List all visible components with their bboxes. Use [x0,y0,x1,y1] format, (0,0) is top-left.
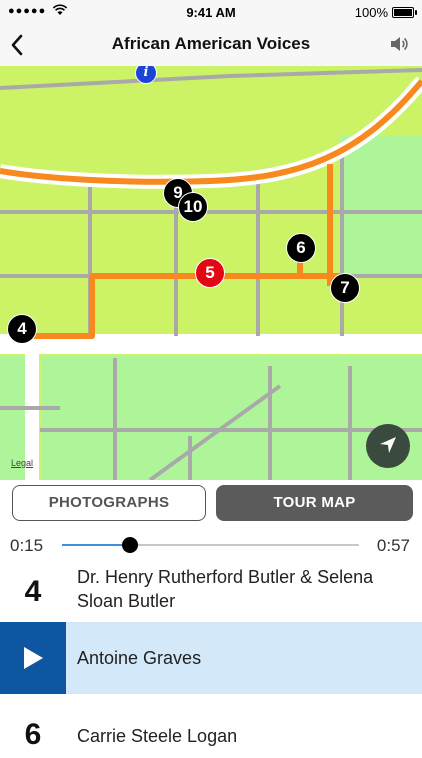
stop-name: Dr. Henry Rutherford Butler & Selena Slo… [77,567,374,611]
map-marker-10[interactable]: 10 [178,192,208,222]
page-title: African American Voices [111,34,311,53]
status-bar: ●●●●● 9:41 AM 100% [0,0,422,24]
total-time: 0:57 [376,536,410,555]
stop-list: 4 Dr. Henry Rutherford Butler & Selena S… [0,564,422,758]
map-marker-6[interactable]: 6 [286,233,316,263]
tab-tour-map[interactable]: TOUR MAP [216,485,413,521]
navigation-arrow-icon [380,437,396,453]
speaker-button[interactable] [388,33,410,55]
play-icon [24,647,43,669]
divider [0,694,422,702]
tour-map[interactable]: i 9 10 6 5 7 4 Legal [0,66,422,480]
map-marker-7[interactable]: 7 [330,273,360,303]
stop-number: 6 [24,718,42,751]
list-item[interactable]: Antoine Graves [0,622,422,694]
legal-link[interactable]: Legal [11,458,33,468]
locate-button[interactable] [366,424,410,468]
battery-icon [392,7,417,18]
map-marker-5[interactable]: 5 [195,258,225,288]
stop-number: 4 [24,575,42,608]
map-marker-4[interactable]: 4 [7,314,37,344]
audio-player: 0:15 0:57 [0,528,422,564]
battery-percent: 100% [354,5,388,20]
tab-photographs[interactable]: PHOTOGRAPHS [12,485,206,521]
stop-name: Antoine Graves [77,648,202,668]
scrubber-thumb[interactable] [122,537,139,553]
elapsed-time: 0:15 [10,536,44,555]
stop-name: Carrie Steele Logan [77,726,238,746]
progress-fill [62,544,131,546]
view-tabs: PHOTOGRAPHS TOUR MAP [0,480,422,528]
speaker-icon [391,37,408,51]
list-item[interactable]: 4 Dr. Henry Rutherford Butler & Selena S… [0,564,422,622]
play-button[interactable] [0,622,66,694]
progress-track[interactable] [62,544,359,546]
navigation-bar: African American Voices [0,24,422,67]
